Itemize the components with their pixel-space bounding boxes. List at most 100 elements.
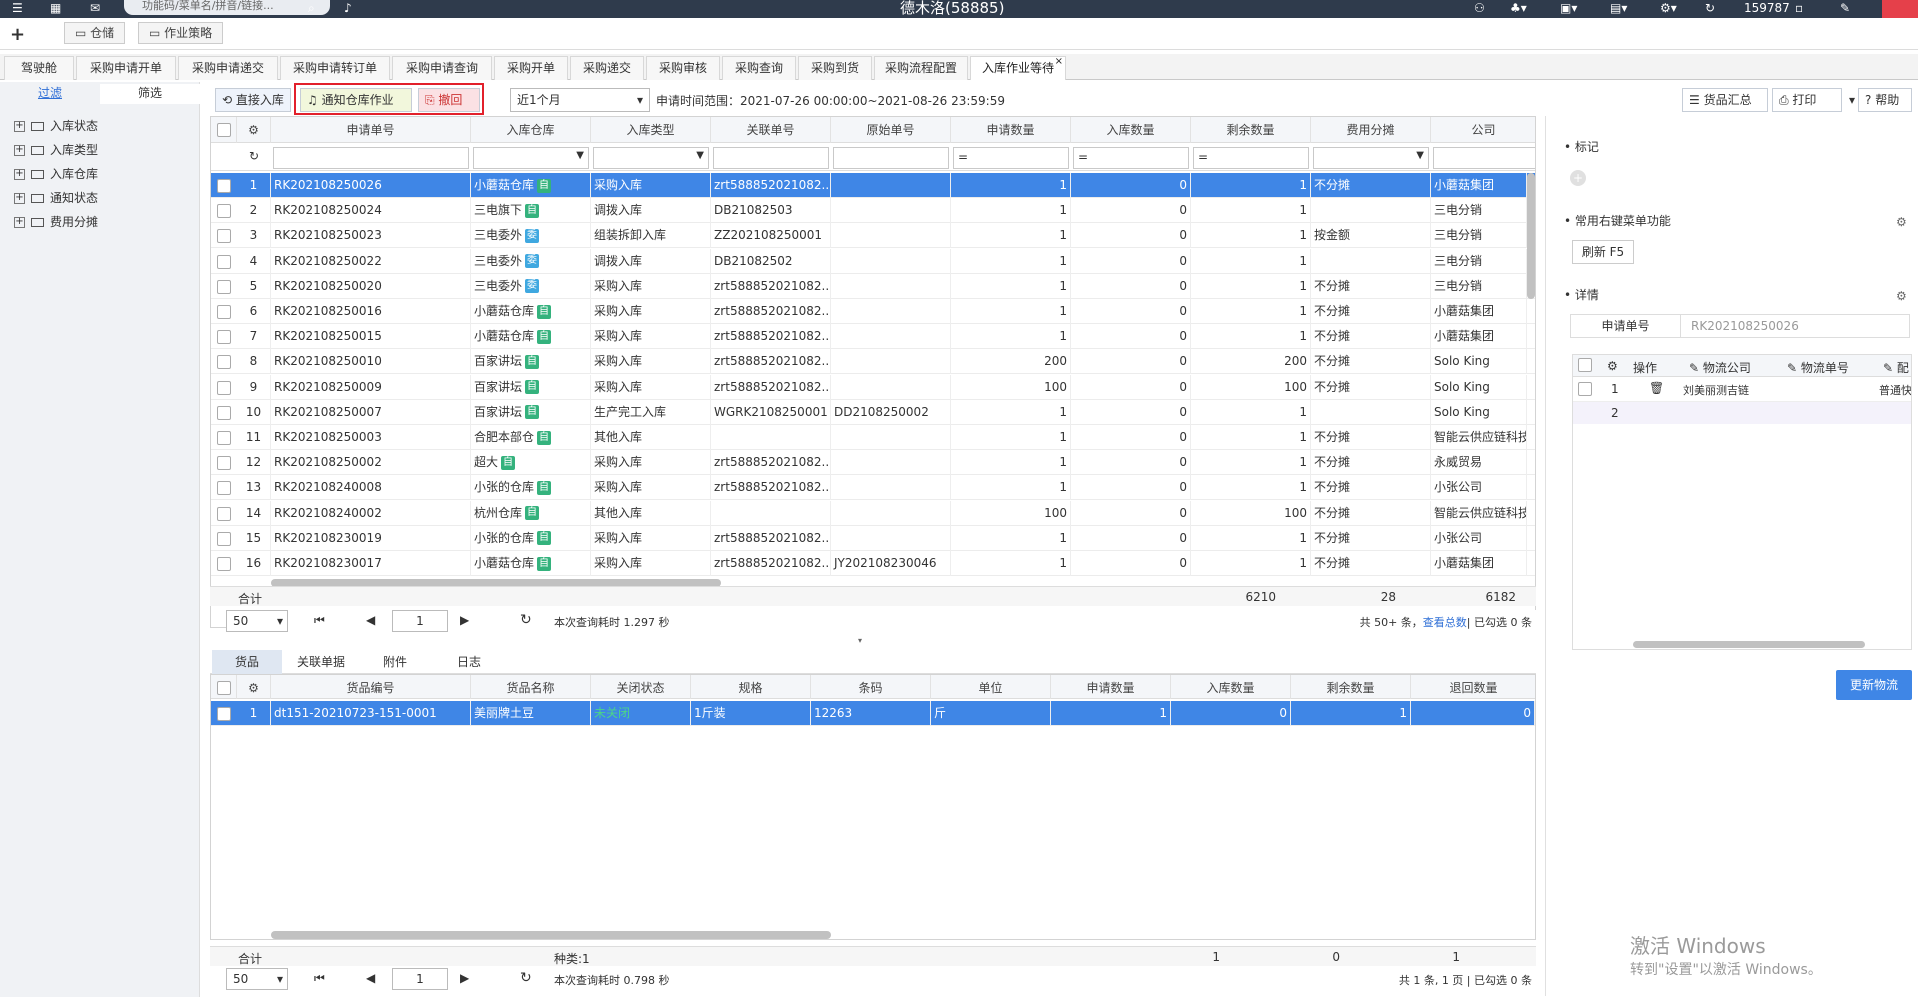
tab-purchase-flow-config[interactable]: 采购流程配置 — [874, 56, 968, 80]
tree-item-inbound-warehouse[interactable]: + 入库仓库 — [14, 164, 98, 184]
tree-item-inbound-status[interactable]: + 入库状态 — [14, 116, 98, 136]
table-row[interactable]: 4 RK202108250022 三电委外委调拨入库 DB21082502 1 0 1 三电分… — [211, 248, 1535, 274]
refresh-icon[interactable]: ↻ — [1705, 0, 1715, 18]
filter-remain-qty[interactable]: = — [1193, 147, 1309, 169]
apps-icon[interactable]: ▤▾ — [1610, 0, 1627, 18]
row-checkbox[interactable] — [217, 204, 231, 219]
folder-tab-storage[interactable]: ▭ 仓储 — [64, 22, 126, 44]
user-name[interactable]: 159787 — [1744, 0, 1790, 18]
tab-cockpit[interactable]: 驾驶舱 — [4, 56, 74, 80]
table-row[interactable]: 6 RK202108250016 小蘑菇仓库自采购入库 zrt588852021082… — [211, 299, 1535, 324]
row-checkbox[interactable] — [217, 179, 231, 193]
vertical-scrollbar[interactable] — [1527, 173, 1535, 299]
tree-item-notify-status[interactable]: + 通知状态 — [14, 188, 98, 208]
first-page-icon[interactable]: ⏮ — [314, 613, 325, 628]
gear-icon[interactable]: ⚙ — [1896, 290, 1908, 302]
col-inbound-qty[interactable]: 入库数量 — [1171, 675, 1291, 699]
table-row[interactable]: 10 RK202108250007 百家讲坛自生产完工入库 WGRK210825000… — [211, 399, 1535, 425]
add-mark-icon[interactable]: + — [1570, 170, 1586, 186]
column-settings-icon[interactable]: ⚙ — [237, 117, 271, 143]
tab-purchase-request-submit[interactable]: 采购申请递交 — [178, 56, 278, 80]
layout-icon[interactable]: ▣▾ — [1560, 0, 1577, 18]
direct-inbound-button[interactable]: ⟲ 直接入库 — [215, 88, 291, 112]
table-row[interactable]: 14 RK202108240002 杭州仓库自其他入库 100 0 100 不分摊 智能云供应… — [211, 500, 1535, 526]
global-search-input[interactable]: 功能码/菜单名/拼音/链接... — [124, 0, 330, 15]
tab-purchase-review[interactable]: 采购审核 — [646, 56, 720, 80]
table-row[interactable]: 3 RK202108250023 三电委外委组装拆卸入库 ZZ202108250001… — [211, 223, 1535, 249]
col-goods-name[interactable]: 货品名称 — [471, 675, 591, 699]
col-warehouse[interactable]: 入库仓库 — [471, 117, 591, 143]
col-remain-qty[interactable]: 剩余数量 — [1291, 675, 1411, 699]
goods-row[interactable]: 1 dt151-20210723-151-0001 美丽牌土豆 未关闭 1斤装 12263… — [211, 701, 1535, 726]
row-checkbox[interactable] — [217, 254, 231, 269]
row-checkbox[interactable] — [217, 279, 231, 294]
row-checkbox[interactable] — [217, 707, 231, 721]
tab-filter[interactable]: 过滤 — [0, 84, 100, 104]
table-row[interactable]: 1 RK202108250026 小蘑菇仓库自采购入库 zrt588852021082… — [211, 173, 1535, 198]
filter-related-no[interactable] — [713, 147, 829, 169]
add-icon[interactable]: + — [10, 24, 25, 45]
bell-icon[interactable]: ♪ — [344, 0, 352, 18]
col-apply-no[interactable]: 申请单号 — [271, 117, 471, 143]
col-company[interactable]: 公司 — [1431, 117, 1535, 143]
table-row[interactable]: 12 RK202108250002 超大自采购入库 zrt588852021082..… — [211, 450, 1535, 476]
org-icon[interactable]: ♣▾ — [1510, 0, 1527, 18]
tab-purchase-request-query[interactable]: 采购申请查询 — [392, 56, 492, 80]
reload-icon[interactable]: ↻ — [520, 612, 532, 628]
tab-purchase-arrival[interactable]: 采购到货 — [798, 56, 872, 80]
row-checkbox[interactable] — [217, 229, 231, 244]
row-checkbox[interactable] — [217, 355, 231, 370]
next-page-icon[interactable]: ▶ — [460, 971, 469, 985]
print-button[interactable]: ⎙ 打印 ▾ — [1772, 88, 1855, 112]
first-page-icon[interactable]: ⏮ — [314, 971, 325, 986]
filter-company[interactable] — [1433, 147, 1535, 169]
pin-icon[interactable]: ✎ — [1840, 0, 1850, 18]
horizontal-scrollbar[interactable] — [1633, 641, 1865, 648]
tree-item-inbound-type[interactable]: + 入库类型 — [14, 140, 98, 160]
table-row[interactable]: 7 RK202108250015 小蘑菇仓库自采购入库 zrt588852021082… — [211, 324, 1535, 350]
table-row[interactable]: 15 RK202108230019 小张的仓库自采购入库 zrt58885202108… — [211, 525, 1535, 551]
update-logistics-button[interactable]: 更新物流 — [1836, 670, 1912, 700]
user-status-icon[interactable]: ⚇ — [1474, 0, 1485, 18]
select-all-checkbox[interactable] — [211, 117, 237, 143]
table-row[interactable]: 8 RK202108250010 百家讲坛自采购入库 zrt588852021082.… — [211, 349, 1535, 375]
help-button[interactable]: ? 帮助 — [1858, 88, 1912, 112]
row-checkbox[interactable] — [217, 405, 231, 420]
page-size-select[interactable]: 50 ▾ — [226, 968, 288, 990]
page-number-input[interactable]: 1 — [392, 968, 448, 990]
grid-icon[interactable]: ▦ — [50, 0, 61, 18]
col-spec[interactable]: 规格 — [691, 675, 811, 699]
col-goods-no[interactable]: 货品编号 — [271, 675, 471, 699]
row-checkbox[interactable] — [217, 456, 231, 471]
filter-inbound-qty[interactable]: = — [1073, 147, 1189, 169]
filter-apply-no[interactable] — [273, 147, 469, 169]
revoke-button[interactable]: ⎘ 撤回 — [418, 88, 480, 112]
notify-warehouse-button[interactable]: ♫ 通知仓库作业 — [300, 88, 412, 112]
tab-goods[interactable]: 货品 — [212, 650, 282, 674]
chat-icon[interactable]: ✉ — [90, 0, 100, 18]
select-all-checkbox[interactable] — [1578, 358, 1592, 372]
minimize-icon[interactable]: ▫ — [1795, 0, 1803, 18]
next-page-icon[interactable]: ▶ — [460, 613, 469, 627]
row-checkbox[interactable] — [217, 305, 231, 319]
tab-inbound-waiting[interactable]: 入库作业等待 × — [970, 56, 1066, 80]
delete-icon[interactable]: 🗑 — [1649, 381, 1664, 395]
close-button[interactable] — [1882, 0, 1918, 18]
view-total-link[interactable]: 查看总数 — [1423, 616, 1467, 629]
col-cost-share[interactable]: 费用分摊 — [1311, 117, 1431, 143]
table-row[interactable]: 2 RK202108250024 三电旗下自调拨入库 DB21082503 1 0 1 三电分… — [211, 198, 1535, 224]
col-unit[interactable]: 单位 — [931, 675, 1051, 699]
refresh-shortcut-button[interactable]: 刷新 F5 — [1572, 240, 1634, 264]
row-checkbox[interactable] — [217, 380, 231, 395]
row-checkbox[interactable] — [217, 330, 231, 345]
page-size-select[interactable]: 50 ▾ — [226, 610, 288, 632]
row-checkbox[interactable] — [217, 557, 231, 571]
tab-purchase-query[interactable]: 采购查询 — [722, 56, 796, 80]
column-settings-icon[interactable]: ⚙ — [237, 675, 271, 699]
period-select[interactable]: 近1个月 ▾ — [510, 88, 650, 112]
row-checkbox[interactable] — [217, 506, 231, 521]
goods-summary-button[interactable]: ☰ 货品汇总 — [1682, 88, 1768, 112]
col-inbound-qty[interactable]: 入库数量 — [1071, 117, 1191, 143]
menu-icon[interactable]: ☰ — [12, 0, 23, 18]
folder-tab-strategy[interactable]: ▭ 作业策略 — [138, 22, 224, 44]
